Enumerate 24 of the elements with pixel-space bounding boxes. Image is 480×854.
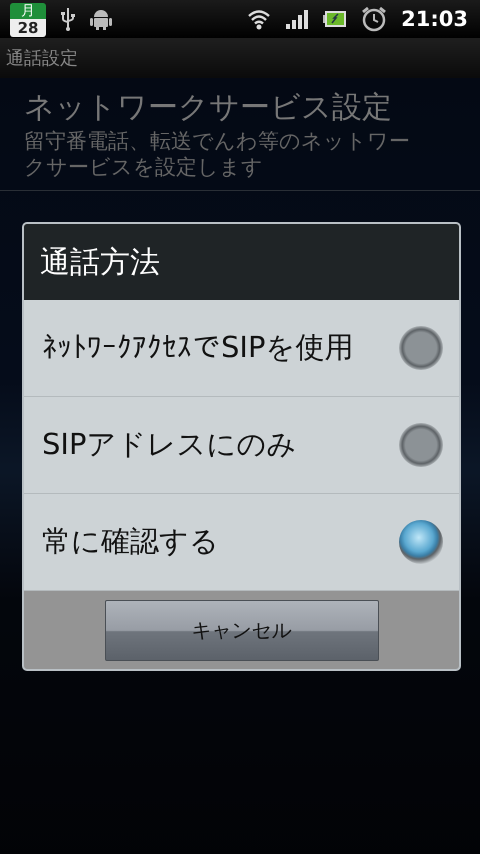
radio-button[interactable] <box>399 520 443 564</box>
battery-icon <box>323 10 348 28</box>
setting-summary: 留守番電話、転送でんわ等のネットワークサービスを設定します <box>24 128 411 180</box>
alarm-clock-icon <box>361 6 388 32</box>
radio-button[interactable] <box>399 423 443 467</box>
radio-button[interactable] <box>399 326 443 370</box>
option-label: ﾈｯﾄﾜｰｸｱｸｾｽでSIPを使用 <box>42 329 354 366</box>
settings-item[interactable]: ネットワークサービス設定 留守番電話、転送でんわ等のネットワークサービスを設定します <box>0 78 480 191</box>
option-label: SIPアドレスにのみ <box>42 426 296 463</box>
dialog-title: 通話方法 <box>40 244 160 282</box>
signal-icon <box>285 8 310 30</box>
option-row[interactable]: 常に確認する <box>24 494 459 591</box>
option-row[interactable]: ﾈｯﾄﾜｰｸｱｸｾｽでSIPを使用 <box>24 300 459 397</box>
option-row[interactable]: SIPアドレスにのみ <box>24 397 459 494</box>
android-icon <box>90 8 112 30</box>
clock-time: 21:03 <box>401 7 468 31</box>
screen-title: 通話設定 <box>6 47 78 70</box>
cancel-button[interactable]: キャンセル <box>104 600 378 660</box>
calendar-month: 月 <box>10 3 46 19</box>
wifi-icon <box>247 8 272 30</box>
setting-title: ネットワークサービス設定 <box>24 89 393 127</box>
calendar-day: 28 <box>10 19 46 37</box>
usb-icon <box>60 7 76 31</box>
option-label: 常に確認する <box>42 523 219 560</box>
